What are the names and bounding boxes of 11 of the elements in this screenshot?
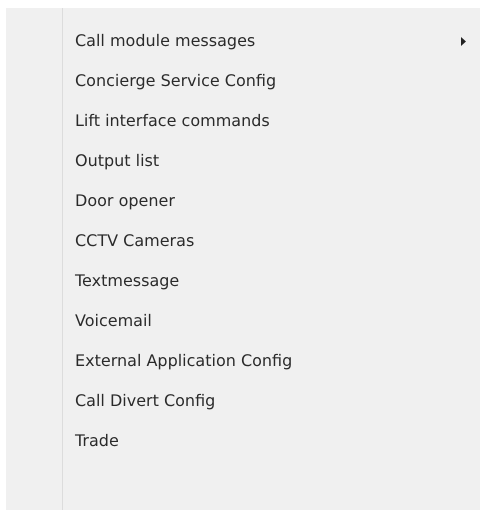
menu-item[interactable]: Voicemail [6, 301, 480, 341]
menu-item[interactable]: Concierge Service Config [6, 61, 480, 101]
menu-item[interactable]: External Application Config [6, 341, 480, 381]
menu-item[interactable]: Door opener [6, 181, 480, 221]
menu-item[interactable]: Output list [6, 141, 480, 181]
menu-item[interactable]: Call module messages [6, 21, 480, 61]
menu-item[interactable]: Lift interface commands [6, 101, 480, 141]
menu-item[interactable]: CCTV Cameras [6, 221, 480, 261]
menu-item[interactable]: Textmessage [6, 261, 480, 301]
menu-item[interactable]: Trade [6, 421, 480, 461]
menu-item[interactable]: Call Divert Config [6, 381, 480, 421]
